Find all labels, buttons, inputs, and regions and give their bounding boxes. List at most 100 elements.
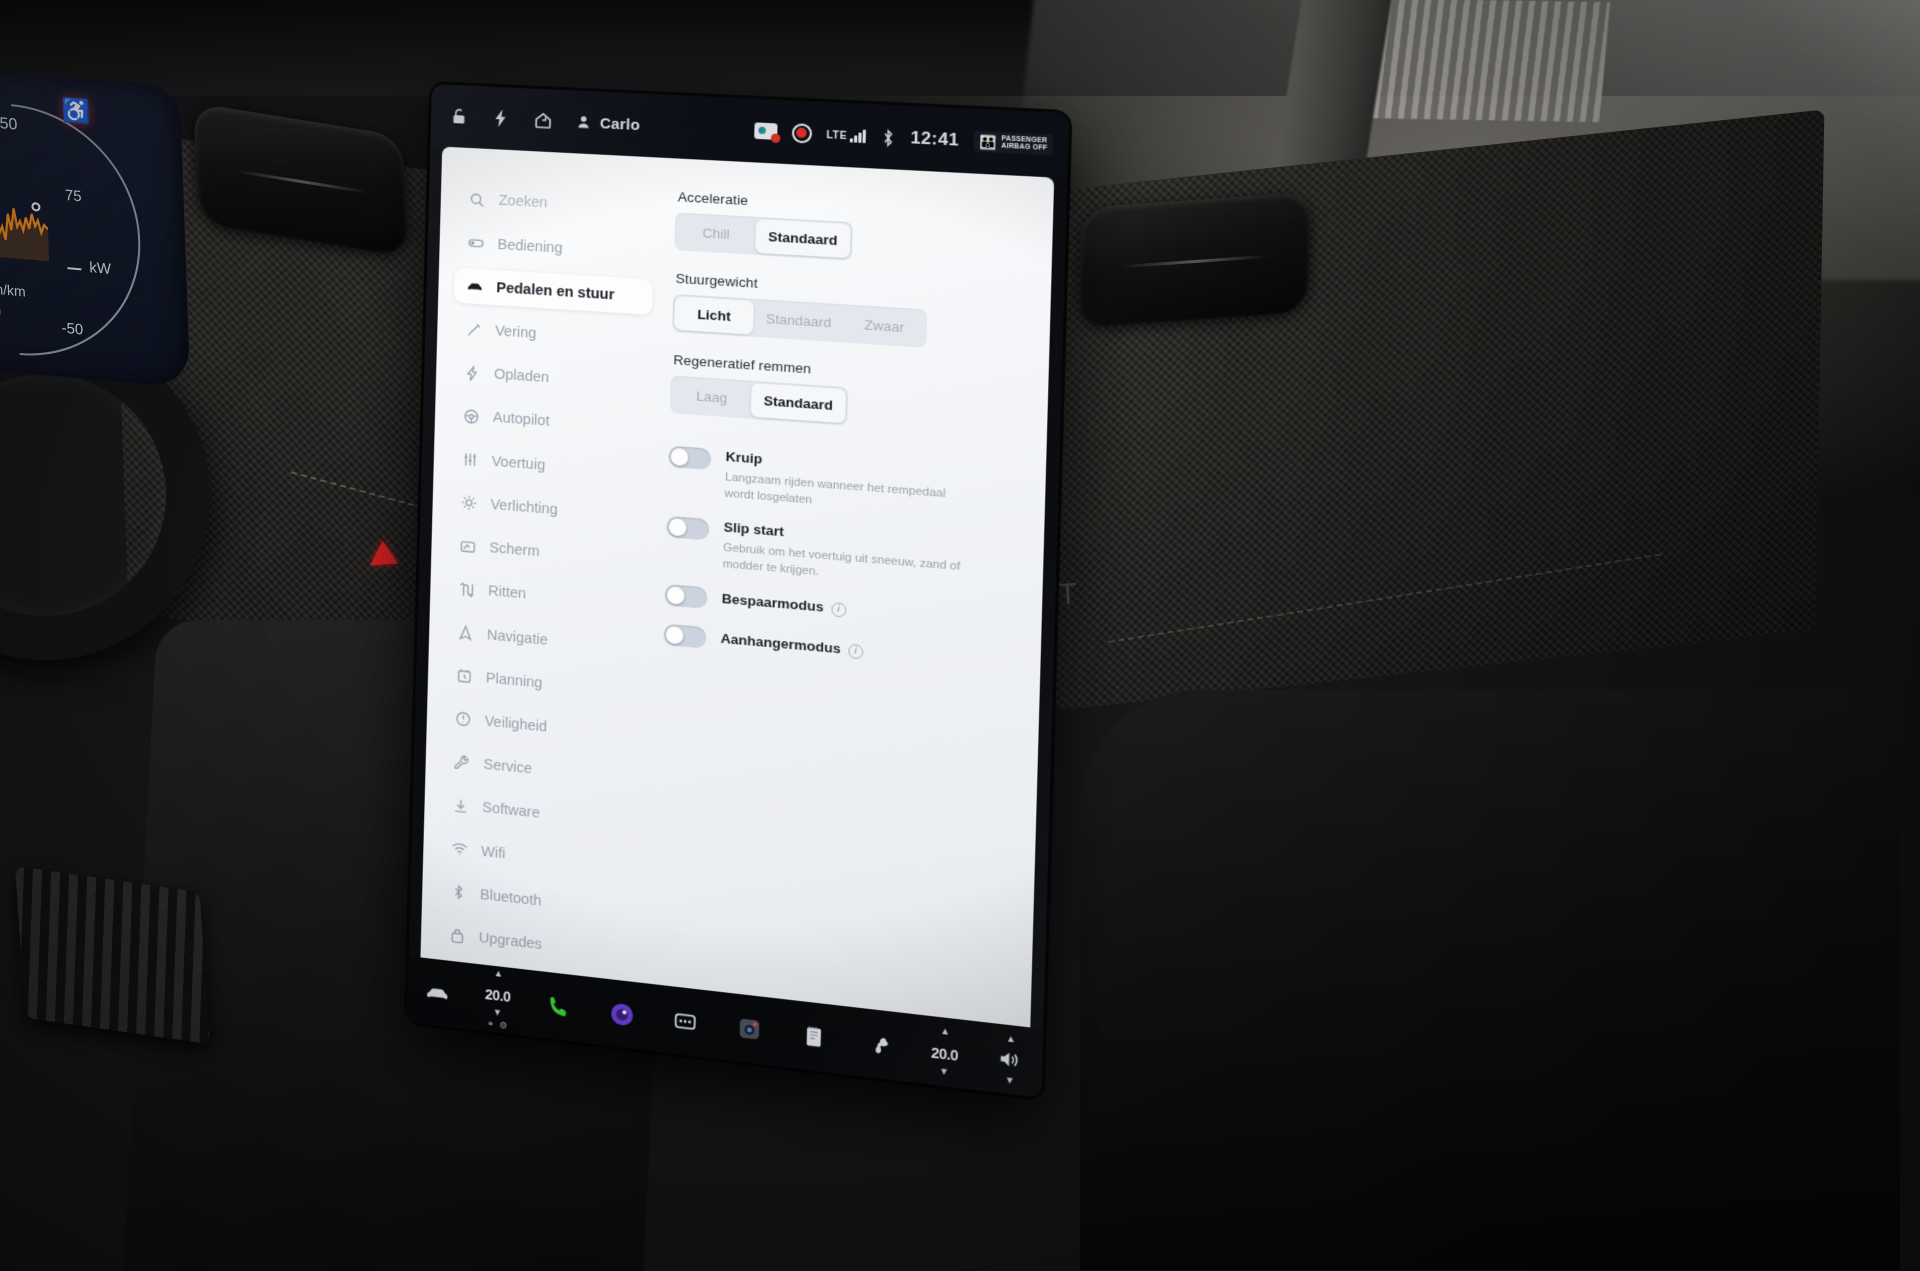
profile-button[interactable]: Carlo [575, 113, 641, 134]
window-blinds [1349, 0, 1611, 123]
temp-up-chevron[interactable]: ▴ [495, 967, 501, 980]
fan-icon[interactable] [865, 1029, 894, 1060]
gauge-scale-top: 150 [0, 114, 18, 134]
aanhangermodus-title: Aanhangermodus [720, 631, 841, 657]
slip-start-toggle[interactable] [666, 515, 710, 541]
sidebar-item-navigatie[interactable]: Navigatie [445, 614, 644, 667]
clock: 12:41 [910, 127, 960, 150]
steering-option-zwaar[interactable]: Zwaar [844, 306, 926, 345]
sidebar-label: Wifi [480, 843, 506, 863]
hazard-light-button [368, 539, 416, 586]
sidebar-label: Planning [485, 670, 543, 692]
light-icon [460, 494, 477, 512]
acceleration-option-chill[interactable]: Chill [676, 215, 756, 253]
sidebar-label: Software [482, 800, 540, 823]
passenger-airbag-icon: 👪 [979, 133, 998, 151]
lock-icon[interactable] [449, 106, 469, 127]
navigation-arrow-icon [457, 624, 474, 643]
sidebar-label: Bediening [497, 236, 563, 257]
center-touchscreen-bezel: Carlo LTE 12:41 👪 PASSENGER AIRBAG OFF Z… [406, 84, 1070, 1098]
sidebar-item-zoeken[interactable]: Zoeken [456, 181, 655, 227]
sidebar-item-opladen[interactable]: Opladen [452, 354, 651, 403]
slip-start-description: Gebruik om het voertuig uit sneeuw, zand… [722, 541, 961, 579]
center-touchscreen: Carlo LTE 12:41 👪 PASSENGER AIRBAG OFF Z… [406, 84, 1070, 1098]
toggle-row-aanhangermodus: Aanhangermodus i [663, 623, 1026, 677]
acceleration-option-standaard[interactable]: Standaard [755, 218, 851, 259]
steering-wheel-icon [463, 407, 480, 425]
bluetooth-icon[interactable] [880, 127, 895, 146]
settings-sidebar: Zoeken Bediening Pedalen en stuur Vering… [420, 147, 656, 982]
sidebar-item-voertuig[interactable]: Voertuig [449, 441, 648, 491]
toggle-icon [467, 234, 484, 252]
sidebar-label: Opladen [493, 366, 550, 387]
power-gauge-indicator [31, 201, 41, 212]
aanhangermodus-info-icon[interactable]: i [847, 643, 864, 660]
sidebar-item-pedalen-en-stuur[interactable]: Pedalen en stuur [453, 267, 653, 316]
sidebar-label: Service [483, 756, 533, 778]
dashcam-icon[interactable] [753, 122, 778, 140]
acceleration-segmented-control: Chill Standaard [674, 212, 853, 261]
sidebar-label: Zoeken [498, 193, 548, 212]
sidebar-label: Bluetooth [479, 886, 542, 910]
sidebar-label: Pedalen en stuur [496, 279, 615, 304]
bespaarmodus-toggle[interactable] [664, 584, 708, 610]
settings-content: Acceleratie Chill Standaard Stuurgewicht… [634, 157, 1054, 1027]
sidebar-item-verlichting[interactable]: Verlichting [448, 484, 647, 535]
gauge-unit-label: kW [89, 259, 112, 278]
driver-temperature-control[interactable]: ▴ 20.0 ▾ ⚭ ⚙ [484, 967, 511, 1031]
notes-icon[interactable] [800, 1021, 829, 1052]
volume-down-chevron[interactable]: ▾ [1007, 1073, 1013, 1086]
more-apps-icon[interactable] [671, 1006, 700, 1037]
volume-up-chevron[interactable]: ▴ [1008, 1032, 1014, 1045]
instrument-cluster: 150 75 kW -50 2 Wh/km 0 km ♿ [0, 68, 191, 388]
aanhangermodus-toggle[interactable] [663, 623, 707, 650]
sidebar-label: Navigatie [486, 626, 548, 649]
temp-down-chevron[interactable]: ▾ [941, 1065, 947, 1078]
wifi-icon [451, 840, 468, 859]
sidebar-item-bediening[interactable]: Bediening [455, 225, 654, 272]
volume-icon[interactable] [995, 1044, 1025, 1076]
seat-heater-icons[interactable]: ⚭ ⚙ [487, 1018, 508, 1031]
airbag-label-line2: AIRBAG OFF [1001, 142, 1048, 153]
lightning-bolt-icon[interactable] [491, 108, 512, 129]
car-status-button[interactable] [423, 977, 451, 1007]
sidebar-item-ritten[interactable]: Ritten [446, 571, 645, 623]
temp-up-chevron[interactable]: ▴ [942, 1025, 948, 1038]
sidebar-label: Vering [494, 323, 537, 343]
sidebar-item-scherm[interactable]: Scherm [447, 527, 646, 578]
signal-bars-icon [850, 128, 866, 143]
toggle-row-kruip: Kruip Langzaam rijden wanneer het remped… [668, 444, 1031, 526]
bespaarmodus-info-icon[interactable]: i [830, 601, 847, 618]
sidebar-label: Scherm [489, 540, 540, 561]
sidebar-item-planning[interactable]: Planning [443, 657, 642, 710]
regen-option-laag[interactable]: Laag [672, 378, 752, 417]
camera-icon[interactable] [735, 1014, 764, 1045]
sidebar-item-vering[interactable]: Vering [453, 311, 652, 359]
sliders-icon [461, 451, 478, 469]
display-icon [459, 537, 476, 555]
pedal [14, 865, 211, 1045]
sidebar-label: Autopilot [492, 410, 550, 431]
steering-option-standaard[interactable]: Standaard [753, 301, 845, 341]
regen-option-standaard[interactable]: Standaard [750, 382, 847, 424]
passenger-airbag-off-indicator: 👪 PASSENGER AIRBAG OFF [973, 130, 1054, 156]
profile-name: Carlo [599, 114, 641, 134]
volume-control[interactable]: ▴ ▾ [995, 1032, 1026, 1087]
temp-down-chevron[interactable]: ▾ [494, 1006, 500, 1019]
passenger-temperature-control[interactable]: ▴ 20.0 ▾ [930, 1025, 959, 1079]
phone-icon[interactable] [545, 992, 573, 1022]
suspension-icon [465, 321, 482, 339]
driver-temperature-value: 20.0 [484, 985, 511, 1005]
road-icon [458, 580, 475, 598]
kruip-toggle[interactable] [668, 445, 712, 471]
network-label: LTE [826, 129, 848, 142]
media-icon[interactable] [608, 999, 636, 1030]
bespaarmodus-title: Bespaarmodus [721, 591, 824, 616]
sidebar-item-autopilot[interactable]: Autopilot [450, 398, 649, 447]
search-icon [468, 191, 485, 209]
sidebar-label: Veiligheid [484, 713, 548, 736]
record-icon[interactable] [791, 122, 812, 144]
steering-option-licht[interactable]: Licht [674, 296, 754, 335]
home-icon[interactable] [533, 110, 554, 131]
slip-start-title: Slip start [723, 519, 785, 540]
